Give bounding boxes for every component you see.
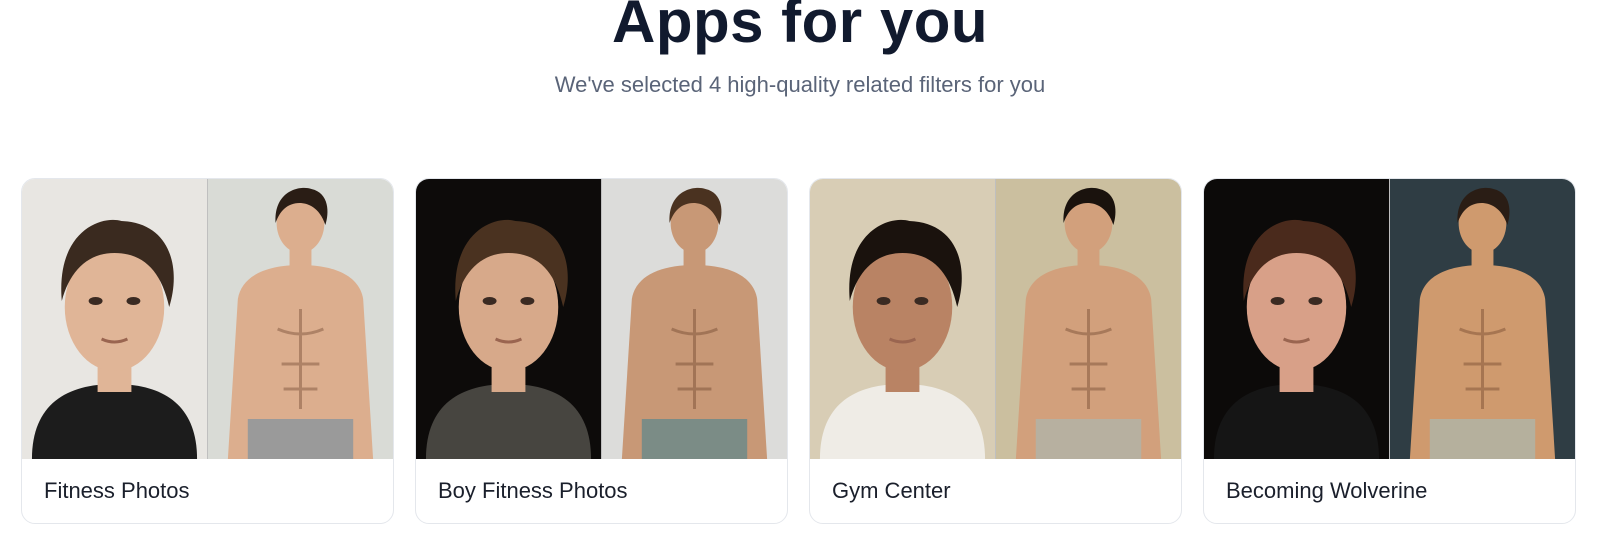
card-title: Becoming Wolverine — [1226, 478, 1428, 503]
app-card[interactable]: Becoming Wolverine — [1203, 178, 1576, 524]
portrait-photo-image — [810, 179, 995, 459]
card-title: Fitness Photos — [44, 478, 190, 503]
card-title: Gym Center — [832, 478, 951, 503]
card-title: Boy Fitness Photos — [438, 478, 628, 503]
portrait-photo-image — [22, 179, 207, 459]
app-card[interactable]: Gym Center — [809, 178, 1182, 524]
shirtless-photo-image — [1389, 179, 1575, 459]
shirtless-photo-image — [207, 179, 393, 459]
card-preview — [416, 179, 787, 459]
shirtless-photo-image — [995, 179, 1181, 459]
app-card-grid: Fitness Photos Boy Fitness Photos Gym Ce… — [21, 178, 1576, 524]
card-preview — [22, 179, 393, 459]
apps-for-you-section: Apps for you We've selected 4 high-quali… — [0, 0, 1600, 553]
portrait-photo-image — [416, 179, 601, 459]
portrait-photo-image — [1204, 179, 1389, 459]
card-preview — [810, 179, 1181, 459]
app-card[interactable]: Fitness Photos — [21, 178, 394, 524]
app-card[interactable]: Boy Fitness Photos — [415, 178, 788, 524]
shirtless-photo-image — [601, 179, 787, 459]
section-title: Apps for you — [612, 0, 988, 55]
section-subtitle: We've selected 4 high-quality related fi… — [554, 72, 1046, 97]
card-preview — [1204, 179, 1575, 459]
